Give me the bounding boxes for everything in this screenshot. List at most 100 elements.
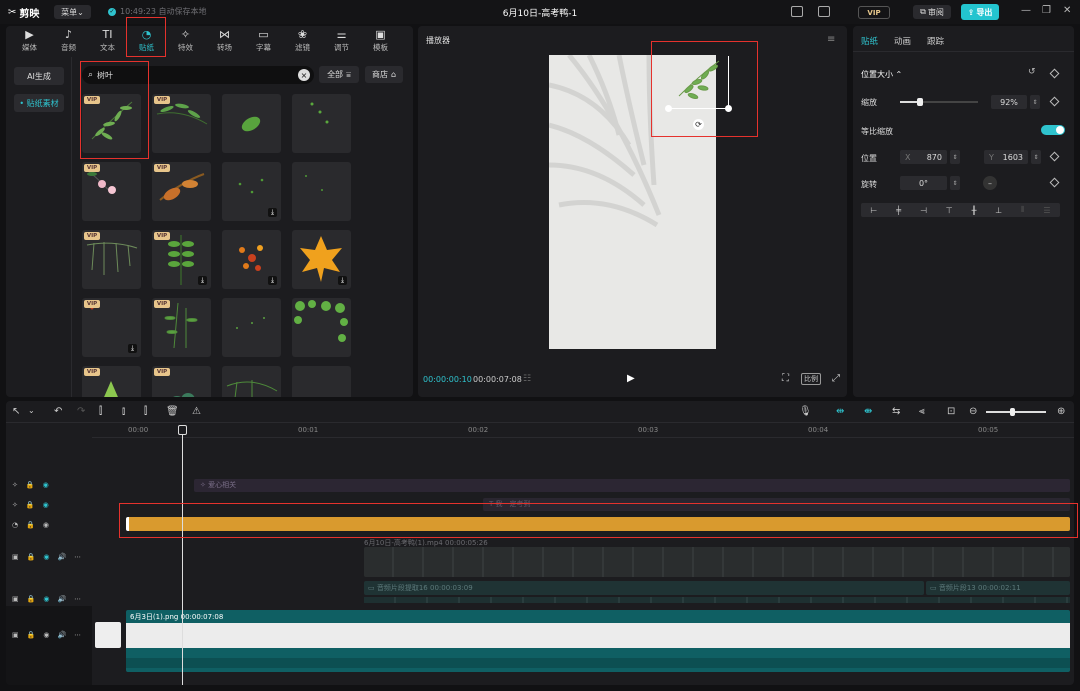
rotation-dial-icon[interactable]: – (983, 176, 997, 190)
tab-tracking[interactable]: 跟踪 (919, 26, 952, 51)
sticker-material-tab[interactable]: • 贴纸素材 (14, 94, 64, 112)
eye-icon[interactable]: ◉ (43, 481, 49, 489)
sticker-item[interactable] (292, 162, 351, 221)
effect-clip[interactable]: ✧ 爱心相关 (194, 479, 1070, 492)
tab-category-8[interactable]: ⚌ 调节 (322, 26, 361, 56)
lock-icon[interactable]: 🔒 (27, 553, 36, 561)
scale-value[interactable]: 92% (991, 95, 1027, 109)
download-icon[interactable]: ⤓ (198, 276, 207, 285)
play-icon[interactable]: ▶ (627, 373, 635, 384)
clear-search-icon[interactable]: × (298, 69, 310, 81)
video-clip[interactable] (364, 547, 1070, 577)
player-menu-icon[interactable]: ≡ (827, 34, 835, 45)
chevron-down-icon[interactable]: ⌄ (28, 406, 35, 415)
undo-icon[interactable]: ↶ (54, 406, 62, 417)
sticker-item[interactable]: VIP (152, 366, 211, 397)
main-track-clip[interactable]: 6月3日(1).png 00:00:07:08 (126, 610, 1070, 672)
more-icon[interactable]: ⋯ (74, 631, 81, 639)
audio-clip-2[interactable]: ▭ 音频片段13 00:00:02:11 (926, 581, 1070, 595)
position-y-stepper[interactable]: ⇕ (1031, 150, 1041, 164)
sticker-item[interactable]: VIP (82, 162, 141, 221)
split-right-icon[interactable]: ⫿ (144, 406, 147, 417)
lock-icon[interactable]: 🔒 (26, 481, 35, 489)
filter-all-button[interactable]: 全部 ⩸ (319, 66, 359, 83)
eye-icon[interactable]: ◉ (43, 631, 49, 639)
volume-icon[interactable]: 🔊 (57, 631, 66, 639)
lock-icon[interactable]: 🔒 (27, 631, 36, 639)
delete-icon[interactable]: 🗑 (166, 406, 179, 417)
tab-animation[interactable]: 动画 (886, 26, 919, 51)
store-button[interactable]: 商店 ⌂ (365, 66, 403, 83)
more-icon[interactable]: ⋯ (74, 595, 81, 603)
reset-icon[interactable]: ↺ (1028, 67, 1036, 77)
keyframe-diamond-icon[interactable] (1049, 151, 1060, 162)
audio-clip-3[interactable] (364, 597, 1070, 603)
tab-category-7[interactable]: ❀ 滤镜 (283, 26, 322, 56)
sticker-item[interactable]: VIP (152, 94, 211, 153)
sticker-item[interactable] (222, 94, 281, 153)
split-left-icon[interactable]: ⫾ (122, 406, 125, 417)
position-y-field[interactable]: Y 1603 (984, 150, 1028, 164)
align-bottom-icon[interactable]: ⊥ (995, 206, 1002, 215)
minimize-icon[interactable]: — (1021, 5, 1031, 16)
rotate-handle-icon[interactable]: ⟳ (693, 119, 704, 130)
distribute-h-icon[interactable]: ⫴ (1021, 205, 1024, 215)
rotation-value[interactable]: 0° (900, 176, 947, 190)
mark-icon[interactable]: ⚠ (192, 406, 201, 417)
playhead-handle[interactable] (178, 425, 187, 435)
uniform-scale-toggle[interactable] (1041, 125, 1065, 135)
sticker-item[interactable]: ⤓ (222, 162, 281, 221)
maximize-icon[interactable]: ❐ (1042, 5, 1051, 16)
download-icon[interactable]: ⤓ (338, 276, 347, 285)
menu-button[interactable]: 菜单 ⌄ (54, 5, 91, 19)
eye-icon[interactable]: ◉ (43, 595, 49, 603)
align-right-icon[interactable]: ⊣ (920, 206, 927, 215)
vip-button[interactable]: VIP (858, 6, 890, 19)
microphone-icon[interactable]: 🎙 (799, 406, 812, 417)
split-icon[interactable]: ⫿ (99, 406, 102, 417)
scale-slider[interactable] (900, 98, 978, 106)
sticker-selection-box[interactable] (665, 56, 732, 112)
more-icon[interactable]: ⋯ (74, 553, 81, 561)
keyframe-diamond-icon[interactable] (1049, 68, 1060, 79)
tab-category-9[interactable]: ▣ 模板 (361, 26, 400, 56)
sticker-item[interactable]: VIP (82, 94, 141, 153)
volume-icon[interactable]: 🔊 (57, 553, 66, 561)
fullscreen-icon[interactable]: ⤢ (832, 373, 840, 384)
fullscreen-focus-icon[interactable]: ⛶ (782, 373, 789, 384)
layout-icon[interactable] (791, 6, 803, 17)
timeline-grid-icon[interactable]: ☷ (523, 374, 531, 384)
sticker-item[interactable]: VIP (82, 230, 141, 289)
scale-stepper[interactable]: ⇕ (1030, 95, 1040, 109)
sticker-item[interactable]: VIP ⤓ (152, 230, 211, 289)
tab-category-1[interactable]: ♪ 音频 (49, 26, 88, 56)
download-icon[interactable]: ⤓ (268, 208, 277, 217)
keyframe-diamond-icon[interactable] (1049, 177, 1060, 188)
rotation-stepper[interactable]: ⇕ (950, 176, 960, 190)
volume-icon[interactable]: 🔊 (57, 595, 66, 603)
position-x-stepper[interactable]: ⇕ (950, 150, 960, 164)
sticker-item[interactable] (222, 366, 281, 397)
preview-axis-icon[interactable]: ⫷ (919, 406, 925, 417)
tab-category-4[interactable]: ✧ 特效 (166, 26, 205, 56)
sticker-item[interactable]: VIP (152, 298, 211, 357)
eye-icon[interactable]: ◉ (43, 521, 49, 529)
keyframe-diamond-icon[interactable] (1049, 96, 1060, 107)
sticker-item[interactable] (292, 298, 351, 357)
sticker-item[interactable] (292, 94, 351, 153)
main-track-magnet-icon[interactable]: ⇹ (836, 406, 844, 417)
tab-category-6[interactable]: ▭ 字幕 (244, 26, 283, 56)
search-input[interactable] (97, 70, 288, 80)
time-ruler[interactable]: 00:00 00:01 00:02 00:03 00:04 00:05 (92, 424, 1074, 438)
tab-sticker[interactable]: 贴纸 (853, 26, 886, 51)
zoom-out-icon[interactable]: ⊖ (969, 406, 977, 417)
eye-icon[interactable]: ◉ (43, 553, 49, 561)
select-cursor-icon[interactable]: ↖ (12, 406, 20, 417)
tab-category-5[interactable]: ⋈ 转场 (205, 26, 244, 56)
lock-icon[interactable]: 🔒 (26, 521, 35, 529)
zoom-slider[interactable] (986, 408, 1046, 416)
position-x-field[interactable]: X 870 (900, 150, 947, 164)
sticker-item[interactable] (292, 366, 351, 397)
export-button[interactable]: ⇪ 导出 (961, 4, 999, 20)
sticker-item[interactable]: VIP (82, 366, 141, 397)
